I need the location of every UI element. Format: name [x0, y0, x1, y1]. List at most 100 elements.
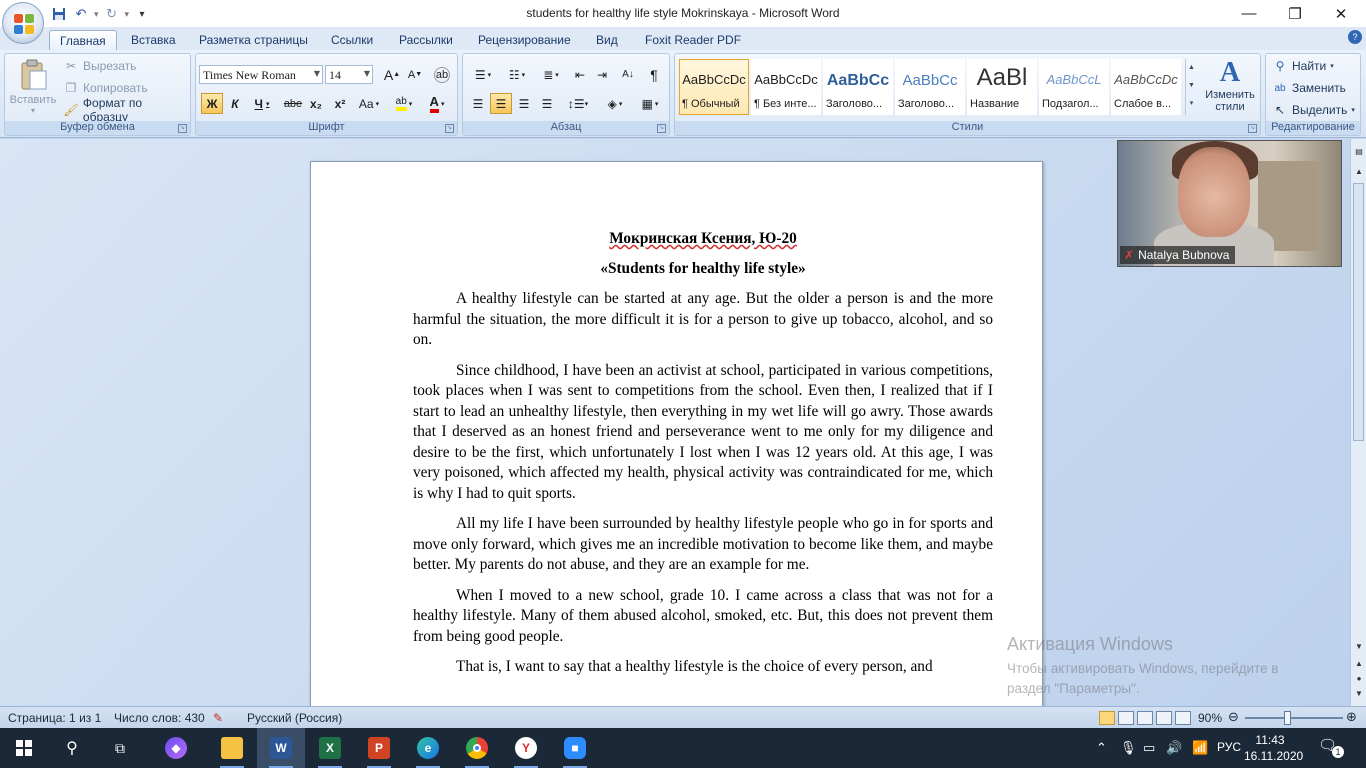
taskbar-powerpoint[interactable]: P — [355, 728, 403, 768]
tab-view[interactable]: Вид — [586, 30, 628, 50]
font-name-combo[interactable]: Times New Roman ▼ — [199, 65, 323, 84]
web-layout-view-icon[interactable] — [1137, 711, 1153, 725]
search-button[interactable]: ⚲ — [48, 728, 96, 768]
font-launcher-icon[interactable]: ↘ — [445, 124, 454, 133]
zoom-slider-thumb[interactable] — [1284, 711, 1291, 725]
task-view-button[interactable]: ⧉ — [96, 728, 144, 768]
print-layout-view-icon[interactable] — [1099, 711, 1115, 725]
bold-button[interactable]: Ж — [201, 93, 223, 114]
select-button[interactable]: ↖ Выделить ▾ — [1272, 100, 1355, 120]
multilevel-list-button[interactable]: ≣ ▾ — [535, 64, 567, 85]
input-language[interactable]: РУС — [1217, 740, 1241, 754]
highlight-button[interactable]: ab ▾ — [389, 93, 419, 114]
taskbar-excel[interactable]: X — [306, 728, 354, 768]
draft-view-icon[interactable] — [1175, 711, 1191, 725]
align-center-button[interactable]: ☰ — [490, 93, 512, 114]
show-marks-button[interactable]: ¶ — [643, 64, 665, 85]
full-screen-reading-icon[interactable] — [1118, 711, 1134, 725]
minimize-button[interactable]: — — [1226, 0, 1272, 27]
spelling-check-icon[interactable]: ✎ — [213, 711, 223, 725]
clipboard-launcher-icon[interactable]: ↘ — [178, 124, 187, 133]
notification-center-button[interactable]: 🗨 1 — [1318, 736, 1344, 760]
tab-insert[interactable]: Вставка — [121, 30, 186, 50]
show-hidden-icons[interactable]: ⌃ — [1096, 740, 1107, 756]
decrease-indent-button[interactable]: ⇤ — [569, 64, 591, 85]
superscript-button[interactable]: x² — [329, 93, 351, 114]
tab-home[interactable]: Главная — [49, 30, 117, 50]
paragraph-launcher-icon[interactable]: ↘ — [657, 124, 666, 133]
word-count[interactable]: Число слов: 430 — [114, 711, 205, 725]
zoom-in-icon[interactable]: ⊕ — [1346, 709, 1357, 725]
document-body[interactable]: Мокринская Ксения, Ю-20 «Students for he… — [413, 229, 993, 688]
scroll-down-icon[interactable]: ▼ — [1353, 642, 1365, 651]
sort-button[interactable]: A↓ — [617, 64, 639, 85]
tab-mailings[interactable]: Рассылки — [389, 30, 463, 50]
zoom-slider-track[interactable] — [1245, 717, 1343, 719]
tab-references[interactable]: Ссылки — [321, 30, 383, 50]
next-page-icon[interactable]: ▼ — [1353, 689, 1365, 698]
styles-launcher-icon[interactable]: ↘ — [1248, 124, 1257, 133]
volume-icon[interactable]: 🔊 — [1166, 740, 1182, 756]
taskbar-edge[interactable]: e — [404, 728, 452, 768]
shrink-font-button[interactable]: A ▼ — [404, 64, 426, 85]
restore-button[interactable]: ❐ — [1272, 0, 1318, 27]
ruler-toggle-icon[interactable]: ▤ — [1353, 147, 1365, 156]
tab-review[interactable]: Рецензирование — [468, 30, 581, 50]
document-page[interactable]: Мокринская Ксения, Ю-20 «Students for he… — [310, 161, 1043, 706]
taskbar-alice[interactable]: ◆ — [152, 728, 200, 768]
page-count[interactable]: Страница: 1 из 1 — [8, 711, 101, 725]
outline-view-icon[interactable] — [1156, 711, 1172, 725]
align-left-button[interactable]: ☰ — [467, 93, 489, 114]
italic-button[interactable]: К — [224, 93, 246, 114]
taskbar-yandex-browser[interactable]: Y — [502, 728, 550, 768]
subscript-button[interactable]: x₂ — [305, 93, 327, 114]
tab-page-layout[interactable]: Разметка страницы — [189, 30, 318, 50]
clock[interactable]: 11:43 16.11.2020 — [1244, 732, 1303, 764]
style-title[interactable]: AaBl Название — [967, 59, 1037, 115]
scroll-thumb[interactable] — [1353, 183, 1364, 441]
taskbar-zoom[interactable]: ■ — [551, 728, 599, 768]
network-icon[interactable]: 📶 — [1192, 740, 1208, 756]
video-overlay[interactable]: ✗ Natalya Bubnova — [1117, 140, 1342, 267]
replace-button[interactable]: ab Заменить — [1272, 78, 1346, 98]
align-right-button[interactable]: ☰ — [513, 93, 535, 114]
copy-button[interactable]: ❐ Копировать — [63, 78, 148, 98]
line-spacing-button[interactable]: ↕☰ ▾ — [563, 93, 593, 114]
format-painter-button[interactable]: 🖌 Формат по образцу — [63, 96, 190, 124]
scroll-up-icon[interactable]: ▲ — [1353, 167, 1365, 176]
clear-format-button[interactable]: ab — [431, 64, 453, 85]
close-button[interactable]: ✕ — [1318, 0, 1364, 27]
font-size-combo[interactable]: 14 ▼ — [325, 65, 373, 84]
style-normal[interactable]: AaBbCcDc ¶ Обычный — [679, 59, 749, 115]
taskbar-chrome[interactable] — [453, 728, 501, 768]
help-icon[interactable]: ? — [1348, 30, 1362, 44]
style-subtitle[interactable]: AaBbCcL Подзагол... — [1039, 59, 1109, 115]
justify-button[interactable]: ☰ — [536, 93, 558, 114]
borders-button[interactable]: ▦ ▾ — [635, 93, 665, 114]
battery-icon[interactable]: ▭ — [1143, 740, 1155, 756]
styles-scroll[interactable]: ▲ ▼ ▾ — [1185, 59, 1197, 115]
grow-font-button[interactable]: A ▲ — [381, 64, 403, 85]
style-heading-2[interactable]: AaBbCc Заголово... — [895, 59, 965, 115]
change-case-button[interactable]: Aa ▾ — [354, 93, 384, 114]
style-no-spacing[interactable]: AaBbCcDc ¶ Без инте... — [751, 59, 821, 115]
change-styles-button[interactable]: A Изменить стили — [1201, 57, 1259, 121]
language-indicator[interactable]: Русский (Россия) — [247, 711, 342, 725]
cut-button[interactable]: ✂ Вырезать — [63, 56, 136, 76]
zoom-level[interactable]: 90% — [1198, 711, 1222, 725]
browse-object-icon[interactable]: ● — [1353, 674, 1365, 683]
paste-button[interactable]: Вставить ▾ — [8, 57, 58, 117]
style-heading-1[interactable]: AaBbCc Заголово... — [823, 59, 893, 115]
bullets-button[interactable]: ☰ ▾ — [467, 64, 499, 85]
prev-page-icon[interactable]: ▲ — [1353, 659, 1365, 668]
taskbar-word[interactable]: W — [257, 728, 305, 768]
numbering-button[interactable]: ☷ ▾ — [501, 64, 533, 85]
start-button[interactable] — [0, 728, 48, 768]
microphone-icon[interactable]: 🎙 — [1120, 740, 1137, 756]
taskbar-file-explorer[interactable] — [208, 728, 256, 768]
shading-button[interactable]: ◈ ▾ — [599, 93, 631, 114]
tab-foxit[interactable]: Foxit Reader PDF — [635, 30, 751, 50]
zoom-out-icon[interactable]: ⊖ — [1228, 709, 1239, 725]
font-color-button[interactable]: A ▾ — [422, 93, 452, 114]
underline-button[interactable]: Ч ▾ — [247, 93, 277, 114]
